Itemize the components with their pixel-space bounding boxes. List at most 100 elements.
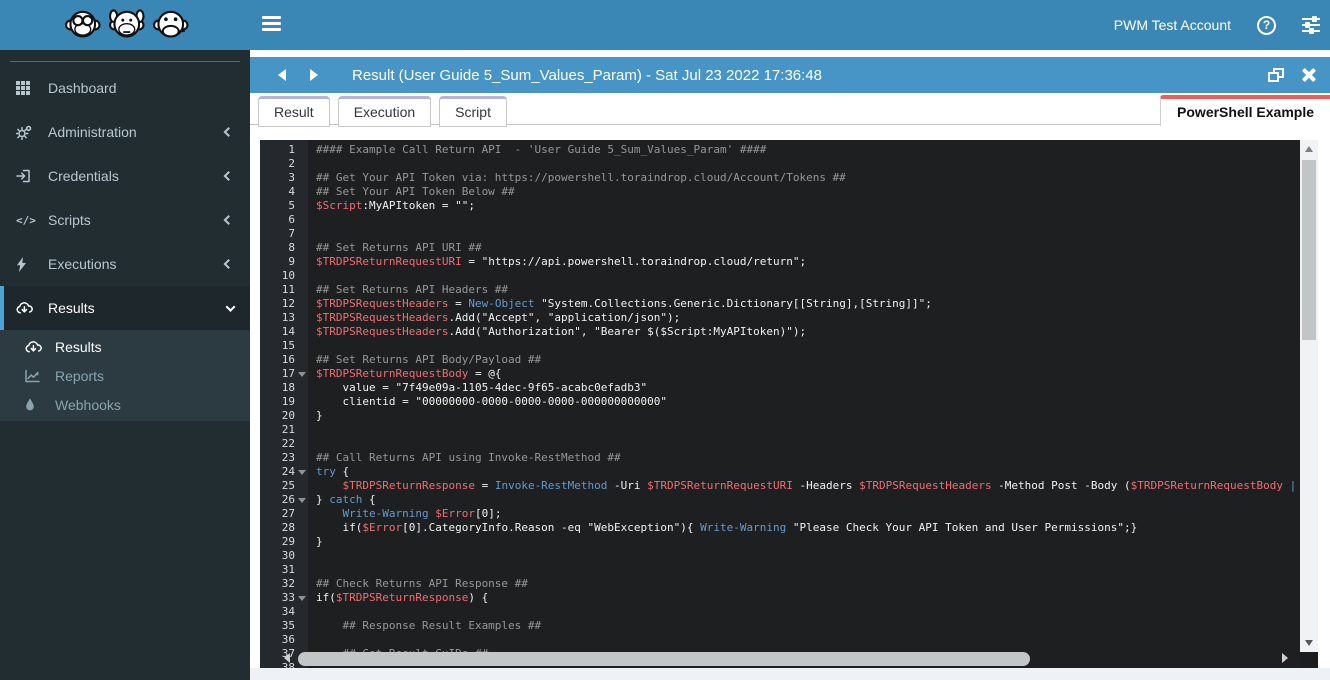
next-result-icon[interactable] [310, 69, 318, 81]
sidebar-subitem-label: Reports [55, 367, 105, 384]
previous-result-icon[interactable] [278, 69, 286, 81]
sidebar-item-administration[interactable]: Administration [0, 110, 250, 154]
editor-gutter: 1 2 3 4 5 6 7 8 9 10 11 12 13 14 15 16 17 18 19 20 21 22 23 24 2… [260, 140, 308, 668]
line-number: 27 [281, 507, 295, 520]
code-line: } [316, 535, 323, 548]
restore-window-icon[interactable] [1268, 68, 1284, 82]
code-line: if($TRDPSReturnResponse) { [316, 591, 489, 604]
cloud-download-icon [16, 301, 42, 315]
sidebar-item-label: Administration [48, 124, 137, 140]
chevron-left-icon [223, 259, 234, 269]
code-line: if($Error[0].CategoryInfo.Reason -eq "We… [316, 521, 1138, 534]
editor-code: #### Example Call Return API - 'User Gui… [308, 140, 1300, 668]
vscroll-track[interactable] [1300, 140, 1318, 652]
vscroll-up-arrow-icon[interactable] [1305, 146, 1313, 152]
sidebar-item-label: Executions [48, 256, 117, 272]
scrollbar-corner [1300, 652, 1318, 668]
hscroll-right-arrow-icon[interactable] [1282, 653, 1288, 663]
code-line: $TRDPSReturnRequestBody = @{ [316, 367, 502, 380]
sidebar-item-label: Results [48, 300, 95, 316]
line-number: 9 [288, 255, 295, 268]
line-number: 17 [260, 367, 308, 381]
sidebar-subitem-webhooks[interactable]: Webhooks [0, 390, 250, 419]
line-number: 20 [281, 409, 295, 422]
line-number: 10 [281, 269, 295, 282]
code-line: value = "7f49e09a-1105-4dec-9f65-acabc0e… [316, 381, 648, 394]
line-number: 13 [281, 311, 295, 324]
droplet-icon [25, 398, 49, 411]
sidebar-subitem-results[interactable]: Results [0, 332, 250, 361]
code-line: clientid = "00000000-0000-0000-0000-0000… [316, 395, 667, 408]
settings-sliders-icon[interactable] [1302, 16, 1320, 34]
sidebar-item-scripts[interactable]: </> Scripts [0, 198, 250, 242]
code-icon: </> [16, 213, 36, 227]
hscroll-left-arrow-icon[interactable] [284, 653, 290, 663]
code-line: ## Set Your API Token Below ## [316, 185, 515, 198]
hscroll-thumb[interactable] [298, 652, 1030, 666]
sidebar-subitem-label: Webhooks [55, 396, 121, 413]
app-logo[interactable] [0, 0, 250, 50]
line-number: 15 [281, 339, 295, 352]
line-number: 35 [281, 619, 295, 632]
line-number: 21 [281, 423, 295, 436]
top-navbar: PWM Test Account ? [0, 0, 1330, 50]
code-line: $TRDPSRequestHeaders.Add("Authorization"… [316, 325, 807, 338]
code-line: $TRDPSRequestHeaders.Add("Accept", "appl… [316, 311, 681, 324]
vscroll-down-arrow-icon[interactable] [1305, 640, 1313, 646]
line-number: 1 [288, 143, 295, 156]
close-window-icon[interactable] [1301, 67, 1317, 83]
sign-in-icon [16, 169, 42, 183]
sidebar-item-dashboard[interactable]: Dashboard [0, 66, 250, 110]
line-number: 11 [281, 283, 295, 296]
code-line: ## Response Result Examples ## [316, 619, 542, 632]
cloud-download-icon [25, 340, 49, 354]
code-line: ## Check Returns API Response ## [316, 577, 528, 590]
code-fold-icon[interactable] [298, 372, 306, 377]
sidebar-submenu-results: Results Reports Webhooks [0, 330, 250, 421]
account-menu[interactable]: PWM Test Account [1114, 17, 1231, 33]
vscroll-thumb[interactable] [1302, 160, 1316, 340]
line-number: 30 [281, 549, 295, 562]
chevron-down-icon [225, 302, 236, 312]
code-line: } catch { [316, 493, 376, 506]
code-line: #### Example Call Return API - 'User Gui… [316, 143, 767, 156]
powershell-code-editor[interactable]: 1 2 3 4 5 6 7 8 9 10 11 12 13 14 15 16 17 18 19 20 21 22 23 24 2… [260, 140, 1300, 668]
tab-execution[interactable]: Execution [337, 96, 432, 127]
line-number: 23 [281, 451, 295, 464]
hamburger-icon [262, 16, 281, 19]
line-number: 7 [288, 227, 295, 240]
code-fold-icon[interactable] [298, 470, 306, 475]
line-number: 34 [281, 605, 295, 618]
tab-script[interactable]: Script [439, 96, 507, 127]
sidebar-toggle-button[interactable] [262, 16, 281, 33]
line-number: 28 [281, 521, 295, 534]
code-fold-icon[interactable] [298, 596, 306, 601]
code-line: Write-Warning $Error[0]; [342, 507, 502, 520]
line-number: 26 [260, 493, 308, 507]
code-line: ## Get Your API Token via: https://power… [316, 171, 846, 184]
sidebar-item-label: Dashboard [48, 80, 117, 96]
code-fold-icon[interactable] [298, 498, 306, 503]
line-number: 31 [281, 563, 295, 576]
line-number: 22 [281, 437, 295, 450]
code-line: ## Call Returns API using Invoke-RestMet… [316, 451, 621, 464]
line-number: 32 [281, 577, 295, 590]
line-number: 18 [281, 381, 295, 394]
line-number: 3 [288, 171, 295, 184]
line-number: 33 [260, 591, 308, 605]
tab-result[interactable]: Result [258, 96, 330, 127]
sidebar-subitem-reports[interactable]: Reports [0, 361, 250, 390]
tab-powershell-example[interactable]: PowerShell Example [1160, 95, 1330, 126]
sidebar-item-credentials[interactable]: Credentials [0, 154, 250, 198]
sidebar-item-executions[interactable]: Executions [0, 242, 250, 286]
sidebar-item-results[interactable]: Results [0, 286, 250, 330]
help-icon[interactable]: ? [1257, 15, 1276, 35]
line-number: 14 [281, 325, 295, 338]
